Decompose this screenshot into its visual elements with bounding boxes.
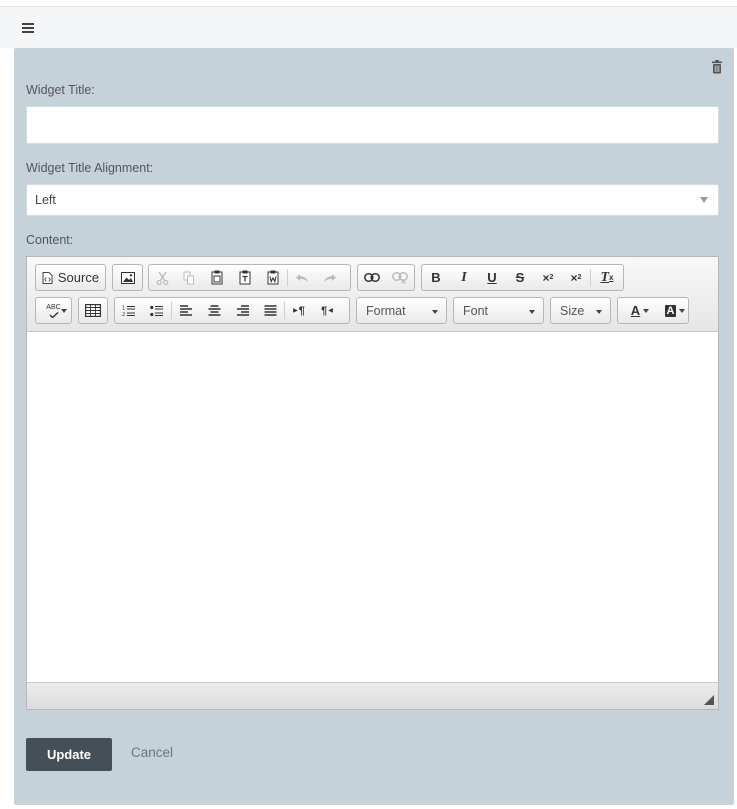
align-right-button[interactable] xyxy=(228,298,256,323)
paragraph-group: 1 2 ▶ ¶ ¶ ◀ xyxy=(114,297,350,324)
font-label: Font xyxy=(463,304,489,318)
table-group xyxy=(78,297,108,324)
paste-from-word-button[interactable] xyxy=(259,265,287,290)
subscript-button[interactable]: × 2 xyxy=(534,265,562,290)
image-icon xyxy=(120,271,135,284)
widget-editor-panel: Widget Title: Widget Title Alignment: Le… xyxy=(14,48,734,805)
editor-status-bar xyxy=(27,682,718,709)
align-center-icon xyxy=(208,305,220,316)
editor-content-area[interactable] xyxy=(27,333,718,683)
size-label: Size xyxy=(560,304,585,318)
justify-button[interactable] xyxy=(256,298,284,323)
paste-text-icon xyxy=(239,270,251,285)
content-label: Content: xyxy=(26,233,74,247)
copy-button[interactable] xyxy=(175,265,203,290)
rich-text-editor: Source B I U S × 2 × 2 T x ABC 1 2 ▶ ¶ ¶… xyxy=(26,256,719,710)
format-dropdown[interactable]: Format xyxy=(356,297,447,324)
hamburger-icon[interactable] xyxy=(22,23,34,33)
text-color-button[interactable]: A xyxy=(618,298,653,323)
paste-from-word-icon xyxy=(267,270,279,285)
alignment-select[interactable]: Left xyxy=(26,184,719,216)
basic-styles-group: B I U S × 2 × 2 Tx xyxy=(421,264,624,291)
text-color-icon: A xyxy=(630,303,641,318)
bulleted-list-button[interactable] xyxy=(143,298,171,323)
caret-down-icon xyxy=(61,309,67,313)
text-direction-ltr-button[interactable]: ▶ ¶ xyxy=(285,298,313,323)
checkmark-icon xyxy=(49,311,58,318)
cut-button[interactable] xyxy=(149,265,175,290)
redo-icon xyxy=(324,273,336,282)
font-dropdown[interactable]: Font xyxy=(453,297,544,324)
italic-button[interactable]: I xyxy=(450,265,478,290)
paste-text-button[interactable] xyxy=(231,265,259,290)
editor-toolbar: Source B I U S × 2 × 2 T x ABC 1 2 ▶ ¶ ¶… xyxy=(27,257,718,332)
trash-icon[interactable] xyxy=(711,60,723,74)
source-group: Source xyxy=(35,264,106,291)
paste-icon xyxy=(211,270,223,285)
link-group xyxy=(357,264,415,291)
source-label: Source xyxy=(57,270,100,285)
scissors-icon xyxy=(156,271,168,285)
undo-button[interactable] xyxy=(288,265,316,290)
caret-down-icon xyxy=(529,310,535,314)
widget-title-input[interactable] xyxy=(26,106,719,144)
caret-down-icon xyxy=(679,309,685,313)
align-left-icon xyxy=(179,305,192,316)
underline-button[interactable]: U xyxy=(478,265,506,290)
text-direction-rtl-button[interactable]: ¶ ◀ xyxy=(313,298,341,323)
chevron-down-icon xyxy=(700,197,708,203)
clipboard-group xyxy=(148,264,351,291)
bold-button[interactable]: B xyxy=(422,265,450,290)
size-dropdown[interactable]: Size xyxy=(550,297,611,324)
superscript-button[interactable]: × 2 xyxy=(562,265,590,290)
link-button[interactable] xyxy=(358,265,386,290)
source-button[interactable]: Source xyxy=(36,265,105,290)
image-button[interactable] xyxy=(113,265,142,290)
caret-down-icon xyxy=(432,310,438,314)
numbered-list-icon: 1 2 xyxy=(122,305,135,317)
spellcheck-label: ABC xyxy=(46,303,61,311)
svg-text:1: 1 xyxy=(122,305,125,311)
paste-button[interactable] xyxy=(203,265,231,290)
unlink-icon xyxy=(392,271,408,284)
table-icon xyxy=(85,304,101,317)
alignment-label: Widget Title Alignment: xyxy=(26,161,154,175)
unlink-button[interactable] xyxy=(386,265,414,290)
alignment-value: Left xyxy=(35,193,56,207)
widget-title-label: Widget Title: xyxy=(26,83,95,97)
copy-icon xyxy=(183,271,194,284)
justify-icon xyxy=(264,305,276,316)
align-left-button[interactable] xyxy=(172,298,200,323)
table-button[interactable] xyxy=(79,298,107,323)
svg-text:2: 2 xyxy=(122,312,125,317)
top-bar xyxy=(0,6,737,48)
background-color-icon: A xyxy=(664,304,677,317)
caret-down-icon xyxy=(643,309,649,313)
cancel-link[interactable]: Cancel xyxy=(131,745,173,760)
align-right-icon xyxy=(236,305,249,316)
undo-icon xyxy=(296,273,308,282)
format-label: Format xyxy=(366,304,406,318)
caret-down-icon xyxy=(596,310,602,314)
image-group xyxy=(112,264,143,291)
source-icon xyxy=(42,271,53,284)
numbered-list-button[interactable]: 1 2 xyxy=(115,298,143,323)
colors-group: A A xyxy=(617,297,689,324)
strikethrough-button[interactable]: S xyxy=(506,265,534,290)
resize-grip-icon[interactable] xyxy=(704,695,714,705)
spellcheck-group: ABC xyxy=(35,297,72,324)
align-center-button[interactable] xyxy=(200,298,228,323)
background-color-button[interactable]: A xyxy=(653,298,688,323)
redo-button[interactable] xyxy=(316,265,344,290)
link-icon xyxy=(364,273,380,282)
remove-format-button[interactable]: Tx xyxy=(591,265,623,290)
update-button[interactable]: Update xyxy=(26,738,112,771)
bulleted-list-icon xyxy=(150,305,163,316)
